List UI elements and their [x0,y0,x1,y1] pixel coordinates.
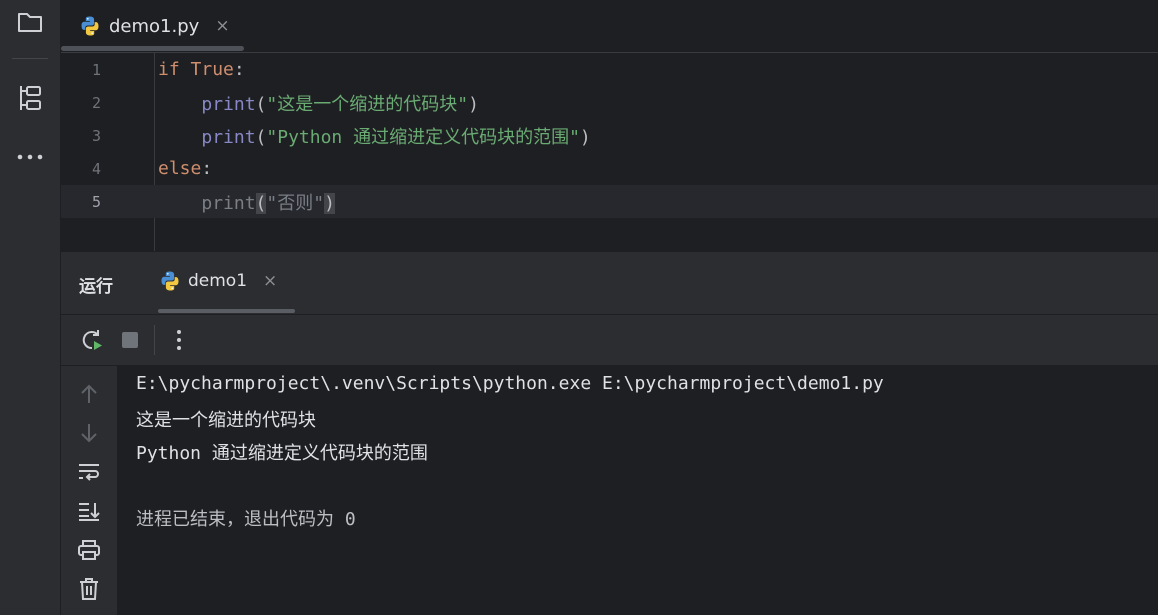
console-output[interactable]: E:\pycharmproject\.venv\Scripts\python.e… [118,366,1158,615]
run-tab-close-icon[interactable]: × [263,271,277,291]
code-token: print [201,192,256,214]
code-token: ( [255,93,267,115]
code-line[interactable]: 4 else: [61,152,1158,185]
run-toolbar [61,315,1158,366]
print-icon[interactable] [75,536,103,564]
code-token: : [201,158,213,179]
code-token: else [158,158,202,179]
code-text: print("Python 通过缩进定义代码块的范围") [158,123,591,149]
code-token: ( [255,192,267,214]
code-text: print("这是一个缩进的代码块") [158,90,479,116]
code-line[interactable]: 1 if True: [61,53,1158,86]
structure-icon[interactable] [14,82,46,114]
more-icon[interactable] [14,141,46,173]
soft-wrap-icon[interactable] [75,458,103,486]
editor-tab-label: demo1.py [109,15,200,37]
run-panel-title: 运行 [79,277,113,297]
line-number: 1 [91,60,101,79]
python-file-icon [79,15,101,37]
editor-tab-close-icon[interactable]: × [215,16,229,36]
code-line[interactable]: 2 print("这是一个缩进的代码块") [61,86,1158,119]
code-editor[interactable]: 1 if True: 2 print("这是一个缩进的代码块") 3 print("P… [61,53,1158,251]
code-text: if True: [158,59,245,80]
python-run-icon [159,270,181,292]
code-text: else: [158,158,212,179]
arrow-down-icon[interactable] [75,419,103,447]
run-side-toolbar [61,366,117,615]
run-tab-demo1[interactable]: demo1 × [159,270,277,292]
toolstrip-divider [12,58,48,59]
code-token: ) [324,192,335,214]
more-options-icon[interactable] [164,325,194,355]
project-folder-icon[interactable] [14,6,46,38]
code-token: True [190,59,234,80]
run-tab-label: demo1 [188,271,248,291]
console-command-line: E:\pycharmproject\.venv\Scripts\python.e… [136,373,884,394]
line-number: 2 [91,93,101,112]
editor-tab-demo1[interactable]: demo1.py × [79,0,230,52]
toolbar-divider [154,325,155,355]
code-token: : [233,59,245,80]
active-tab-indicator [61,46,244,51]
code-token: if [158,59,180,80]
code-token: ( [255,126,267,148]
code-text: print("否则") [158,189,335,215]
code-token: "Python 通过缩进定义代码块的范围" [266,126,580,148]
code-token: ) [468,93,479,115]
run-tool-window-header: 运行 demo1 × [61,252,1158,315]
console-exit-message: 进程已结束，退出代码为 0 [136,509,356,530]
console-output-line: 这是一个缩进的代码块 [136,410,316,431]
stop-icon[interactable] [115,325,145,355]
trash-icon[interactable] [75,575,103,603]
code-token: ) [579,126,591,148]
code-line[interactable]: 5 print("否则") [61,185,1158,218]
line-number: 5 [91,192,101,211]
rerun-icon[interactable] [77,325,107,355]
code-token: print [201,126,256,148]
code-token: print [201,93,256,115]
tool-window-strip [0,0,61,615]
code-token: "这是一个缩进的代码块" [266,93,469,115]
code-line[interactable]: 3 print("Python 通过缩进定义代码块的范围") [61,119,1158,152]
run-tab-indicator [158,309,295,313]
scroll-to-end-icon[interactable] [75,497,103,525]
line-number: 4 [91,159,101,178]
line-number: 3 [91,126,101,145]
code-token: "否则" [266,192,325,214]
console-output-line: Python 通过缩进定义代码块的范围 [136,443,428,464]
arrow-up-icon[interactable] [75,380,103,408]
